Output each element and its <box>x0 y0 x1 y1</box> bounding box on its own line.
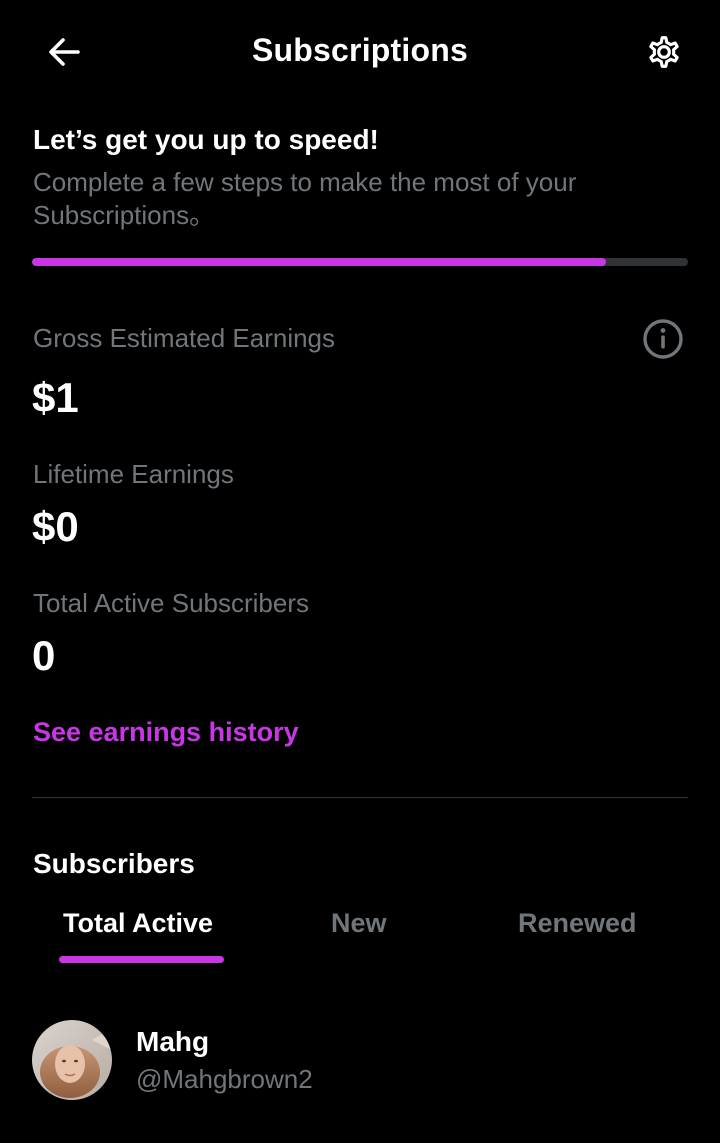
active-subscribers-value: 0 <box>32 632 56 679</box>
lifetime-earnings-label: Lifetime Earnings <box>33 459 234 489</box>
subscriber-list-item[interactable]: Mahg @Mahgbrown2 <box>0 1008 720 1118</box>
onboarding-description: Complete a few steps to make the most of… <box>33 167 577 230</box>
top-app-bar: Subscriptions <box>0 0 720 100</box>
active-subscribers-label: Total Active Subscribers <box>33 588 310 618</box>
page-title: Subscriptions <box>252 32 468 68</box>
gear-icon <box>649 36 679 68</box>
onboarding-progress-bar <box>32 258 688 266</box>
onboarding-title: Let’s get you up to speed! <box>33 124 379 155</box>
gross-earnings-info-button[interactable] <box>640 316 686 362</box>
tab-renewed[interactable]: Renewed <box>518 905 637 941</box>
gross-earnings-value: $1 <box>32 374 79 421</box>
settings-button[interactable] <box>636 24 692 80</box>
tab-new[interactable]: New <box>331 905 387 941</box>
section-divider <box>32 797 688 798</box>
see-earnings-history-link[interactable]: See earnings history <box>33 714 299 750</box>
tab-total-active[interactable]: Total Active <box>63 905 213 941</box>
gross-earnings-label: Gross Estimated Earnings <box>33 323 336 353</box>
onboarding-progress-fill <box>32 258 606 266</box>
info-icon <box>643 319 683 359</box>
avatar[interactable] <box>32 1020 112 1100</box>
lifetime-earnings-value: $0 <box>32 503 79 550</box>
subscriber-name: Mahg <box>136 1026 210 1057</box>
avatar-image <box>32 1020 112 1100</box>
active-tab-indicator <box>59 956 224 963</box>
subscriber-handle: @Mahgbrown2 <box>136 1064 313 1094</box>
subscribers-section-title: Subscribers <box>33 848 195 879</box>
